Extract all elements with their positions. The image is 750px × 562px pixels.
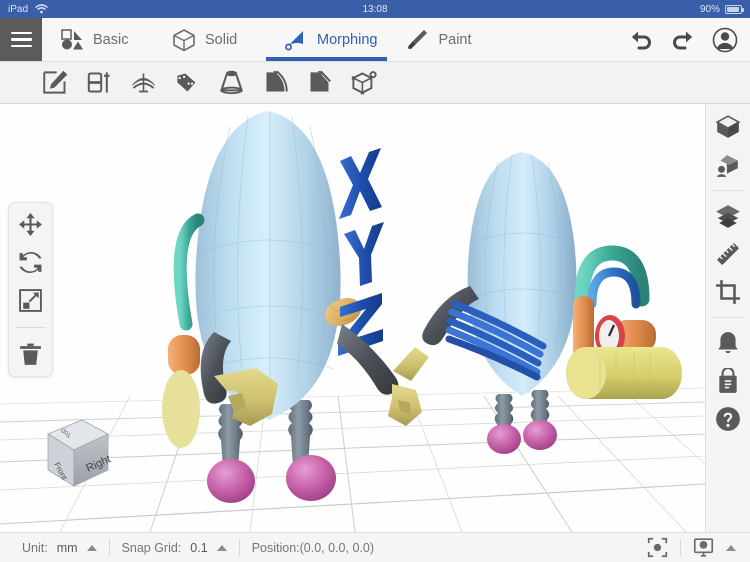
hamburger-menu-icon[interactable] [0, 18, 42, 61]
crop-icon[interactable] [715, 279, 741, 305]
tab-basic[interactable]: Basic [42, 18, 154, 61]
twist-tool[interactable] [174, 69, 201, 96]
status-time: 13:08 [362, 3, 388, 15]
bend-dome-tool[interactable] [130, 69, 157, 96]
wifi-icon [35, 4, 48, 14]
scale-icon[interactable] [18, 288, 43, 313]
edit-shape-tool[interactable] [42, 69, 69, 96]
tab-basic-label: Basic [93, 31, 129, 48]
curve-bend-tool[interactable] [262, 69, 289, 96]
unit-caret-up-icon[interactable] [86, 544, 97, 551]
snap-grid-value: 0.1 [190, 540, 208, 555]
chamfer-tool[interactable] [306, 69, 333, 96]
main-area: Right Front Top [0, 104, 750, 532]
toolbar-divider [15, 327, 46, 328]
tab-morphing-label: Morphing [317, 31, 378, 48]
tab-solid[interactable]: Solid [154, 18, 266, 61]
position-group: Position:(0.0, 0.0, 0.0) [240, 533, 386, 562]
basic-shapes-icon [61, 28, 83, 49]
status-footer: Unit: mm Snap Grid: 0.1 Position:(0.0, 0… [0, 532, 750, 562]
paint-brush-icon [408, 29, 428, 49]
position-readout: Position:(0.0, 0.0, 0.0) [251, 540, 374, 555]
display-monitor-icon[interactable] [693, 537, 714, 558]
model-character-right[interactable] [393, 152, 682, 454]
sidebar-divider [713, 190, 743, 191]
store-bag-icon[interactable] [715, 368, 741, 394]
view-cube[interactable]: Right Front Top [18, 412, 114, 496]
battery-percent: 90% [699, 3, 720, 15]
morphing-icon [285, 30, 303, 50]
transform-toolbar [8, 202, 53, 377]
wireframe-node-tool[interactable] [350, 69, 377, 96]
taper-tool[interactable] [218, 69, 245, 96]
move-arrows-icon[interactable] [18, 212, 43, 237]
unit-value: mm [56, 540, 78, 555]
tab-morphing[interactable]: Morphing [266, 18, 388, 61]
sidebar-divider-2 [713, 317, 743, 318]
ruler-icon[interactable] [715, 241, 741, 267]
top-tab-bar: Basic Solid Morphing Paint [0, 18, 750, 62]
display-caret-up-icon[interactable] [726, 544, 736, 551]
snap-grid-group[interactable]: Snap Grid: 0.1 [110, 533, 239, 562]
device-name: iPad [8, 3, 29, 15]
snap-grid-label: Snap Grid: [121, 540, 182, 555]
tab-solid-label: Solid [205, 31, 238, 48]
account-icon[interactable] [712, 27, 738, 53]
tab-paint[interactable]: Paint [387, 18, 499, 61]
undo-icon[interactable] [628, 27, 654, 53]
snap-caret-up-icon[interactable] [216, 544, 227, 551]
status-bar: iPad 13:08 90% [0, 0, 750, 18]
rotate-icon[interactable] [18, 250, 43, 275]
footer-divider-3 [680, 539, 681, 556]
solid-cube-icon [173, 28, 195, 51]
split-tool[interactable] [86, 69, 113, 96]
focus-target-icon[interactable] [647, 537, 668, 558]
unit-group[interactable]: Unit: mm [10, 533, 109, 562]
redo-icon[interactable] [670, 27, 696, 53]
layers-icon[interactable] [715, 203, 741, 229]
trash-icon[interactable] [18, 342, 43, 367]
tab-paint-label: Paint [438, 31, 472, 48]
3d-viewport[interactable]: Right Front Top [0, 104, 705, 532]
battery-icon [725, 4, 744, 14]
perspective-view-icon[interactable] [715, 152, 741, 178]
bell-icon[interactable] [715, 330, 741, 356]
help-icon[interactable] [715, 406, 741, 432]
model-character-left[interactable] [162, 111, 422, 503]
unit-label: Unit: [22, 540, 48, 555]
cube-icon[interactable] [715, 114, 741, 140]
right-sidebar [705, 104, 750, 532]
morphing-toolbar [0, 62, 750, 104]
